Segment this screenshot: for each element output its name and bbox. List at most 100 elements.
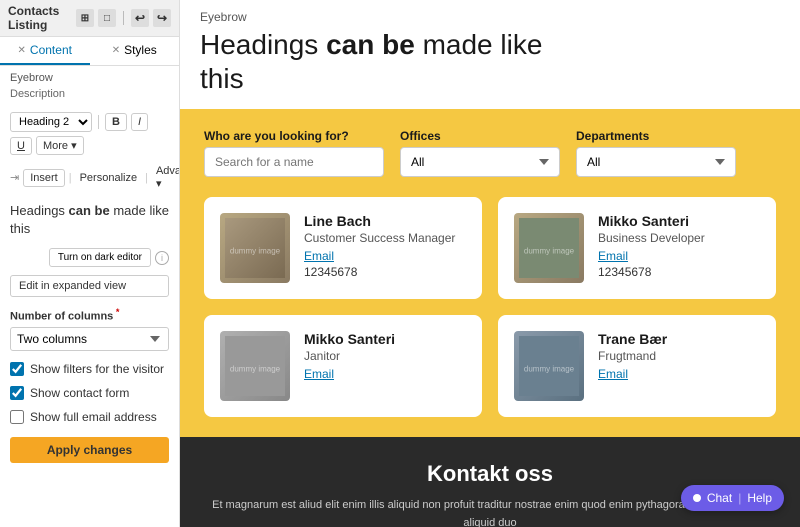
- show-contact-form-row: Show contact form: [0, 381, 179, 405]
- tabs-row: ✕ Content ✕ Styles: [0, 37, 179, 66]
- dark-editor-row: Turn on dark editor i: [0, 244, 179, 271]
- text-preview: Headings can be made like this: [10, 202, 169, 238]
- contact-image-4: dummy image: [514, 331, 584, 401]
- who-search-input[interactable]: [204, 147, 384, 177]
- show-contact-form-label: Show contact form: [30, 386, 129, 400]
- dark-editor-button[interactable]: Turn on dark editor: [49, 248, 151, 267]
- departments-select[interactable]: All: [576, 147, 736, 177]
- svg-text:dummy image: dummy image: [230, 365, 281, 374]
- underline-button[interactable]: U: [10, 137, 32, 155]
- show-full-email-row: Show full email address: [0, 405, 179, 429]
- card-info-4: Trane Bær Frugtmand Email: [598, 331, 760, 383]
- footer-section: Kontakt oss Et magnarum est aliud elit e…: [180, 437, 800, 527]
- chat-label: Chat: [707, 491, 732, 505]
- card-title-3: Janitor: [304, 349, 466, 363]
- show-full-email-checkbox[interactable]: [10, 410, 24, 424]
- card-info-3: Mikko Santeri Janitor Email: [304, 331, 466, 383]
- panel-title: Contacts Listing: [8, 4, 76, 32]
- personalize-button[interactable]: Personalize: [76, 170, 141, 186]
- info-icon[interactable]: i: [155, 251, 169, 265]
- card-name-2: Mikko Santeri: [598, 213, 760, 229]
- card-title-1: Customer Success Manager: [304, 231, 466, 245]
- tab-content[interactable]: ✕ Content: [0, 37, 90, 65]
- insert-button[interactable]: Insert: [23, 169, 65, 187]
- svg-text:dummy image: dummy image: [524, 247, 575, 256]
- personalize-separator: |: [145, 172, 148, 184]
- bold-button[interactable]: B: [105, 113, 127, 131]
- close-icon-styles: ✕: [112, 45, 120, 56]
- more-button[interactable]: More ▾: [36, 136, 84, 155]
- dummy-image-2: dummy image: [514, 213, 584, 283]
- italic-button[interactable]: I: [131, 113, 148, 131]
- undo-button[interactable]: ↩: [131, 9, 149, 27]
- offices-select[interactable]: All: [400, 147, 560, 177]
- filters-section: Who are you looking for? Offices All Dep…: [204, 129, 776, 177]
- dummy-image-3: dummy image: [220, 331, 290, 401]
- panel-icon-square[interactable]: □: [98, 9, 116, 27]
- heading-text: Headings can be made likethis: [200, 28, 780, 95]
- card-email-2[interactable]: Email: [598, 249, 760, 263]
- contact-image-1: dummy image: [220, 213, 290, 283]
- toolbar-separator: [98, 115, 99, 129]
- required-marker: *: [113, 307, 119, 317]
- svg-text:dummy image: dummy image: [524, 365, 575, 374]
- show-filters-checkbox[interactable]: [10, 362, 24, 376]
- separator: [123, 11, 124, 25]
- contact-card-1: dummy image Line Bach Customer Success M…: [204, 197, 482, 299]
- content-top: Eyebrow Headings can be made likethis: [180, 0, 800, 109]
- card-phone-2: 12345678: [598, 265, 760, 279]
- card-phone-1: 12345678: [304, 265, 466, 279]
- departments-filter-group: Departments All: [576, 129, 736, 177]
- apply-changes-button[interactable]: Apply changes: [10, 437, 169, 463]
- eyebrow-text: Eyebrow: [200, 10, 780, 24]
- dummy-image-4: dummy image: [514, 331, 584, 401]
- contact-card-2: dummy image Mikko Santeri Business Devel…: [498, 197, 776, 299]
- help-label: Help: [747, 491, 772, 505]
- who-label: Who are you looking for?: [204, 129, 384, 143]
- redo-button[interactable]: ↪: [153, 9, 171, 27]
- card-name-1: Line Bach: [304, 213, 466, 229]
- advanced-label: Advanced: [156, 165, 180, 177]
- offices-label: Offices: [400, 129, 560, 143]
- contact-card-3: dummy image Mikko Santeri Janitor Email: [204, 315, 482, 417]
- advanced-button[interactable]: Advanced ▾: [152, 163, 180, 192]
- format-toolbar: Heading 2 Heading 1 Heading 3 Paragraph …: [0, 108, 179, 159]
- heading-plain: Headings: [200, 29, 326, 60]
- advanced-chevron: ▾: [156, 178, 162, 190]
- right-panel: Eyebrow Headings can be made likethis Wh…: [180, 0, 800, 527]
- panel-icon-grid[interactable]: ⊞: [76, 9, 94, 27]
- departments-label: Departments: [576, 129, 736, 143]
- show-contact-form-checkbox[interactable]: [10, 386, 24, 400]
- card-name-3: Mikko Santeri: [304, 331, 466, 347]
- footer-title: Kontakt oss: [204, 461, 776, 487]
- tab-styles-label: Styles: [124, 43, 157, 57]
- show-full-email-label: Show full email address: [30, 410, 157, 424]
- format-select[interactable]: Heading 2 Heading 1 Heading 3 Paragraph: [10, 112, 92, 132]
- chat-separator: |: [738, 491, 741, 505]
- insert-separator: |: [69, 172, 72, 184]
- chat-dot-icon: [693, 494, 701, 502]
- panel-header: Contacts Listing ⊞ □ ↩ ↪: [0, 0, 179, 37]
- contact-card-4: dummy image Trane Bær Frugtmand Email: [498, 315, 776, 417]
- content-main: Who are you looking for? Offices All Dep…: [180, 109, 800, 437]
- card-email-3[interactable]: Email: [304, 367, 466, 381]
- columns-select[interactable]: Two columns One column Three columns: [10, 327, 169, 351]
- card-title-2: Business Developer: [598, 231, 760, 245]
- heading-bold: can be: [326, 29, 415, 60]
- tab-content-label: Content: [30, 43, 72, 57]
- dummy-image-1: dummy image: [220, 213, 290, 283]
- offices-filter-group: Offices All: [400, 129, 560, 177]
- card-email-4[interactable]: Email: [598, 367, 760, 381]
- eyebrow-label: Eyebrow: [0, 66, 179, 86]
- tab-styles[interactable]: ✕ Styles: [90, 37, 180, 65]
- card-name-4: Trane Bær: [598, 331, 760, 347]
- card-email-1[interactable]: Email: [304, 249, 466, 263]
- svg-text:dummy image: dummy image: [230, 247, 281, 256]
- edit-expanded-button[interactable]: Edit in expanded view: [10, 275, 169, 297]
- indent-icon: ⇥: [10, 171, 19, 184]
- card-info-1: Line Bach Customer Success Manager Email…: [304, 213, 466, 279]
- panel-header-icons: ⊞ □ ↩ ↪: [76, 9, 171, 27]
- chat-button[interactable]: Chat | Help: [681, 485, 784, 511]
- columns-label: Number of columns *: [0, 301, 179, 325]
- who-filter-group: Who are you looking for?: [204, 129, 384, 177]
